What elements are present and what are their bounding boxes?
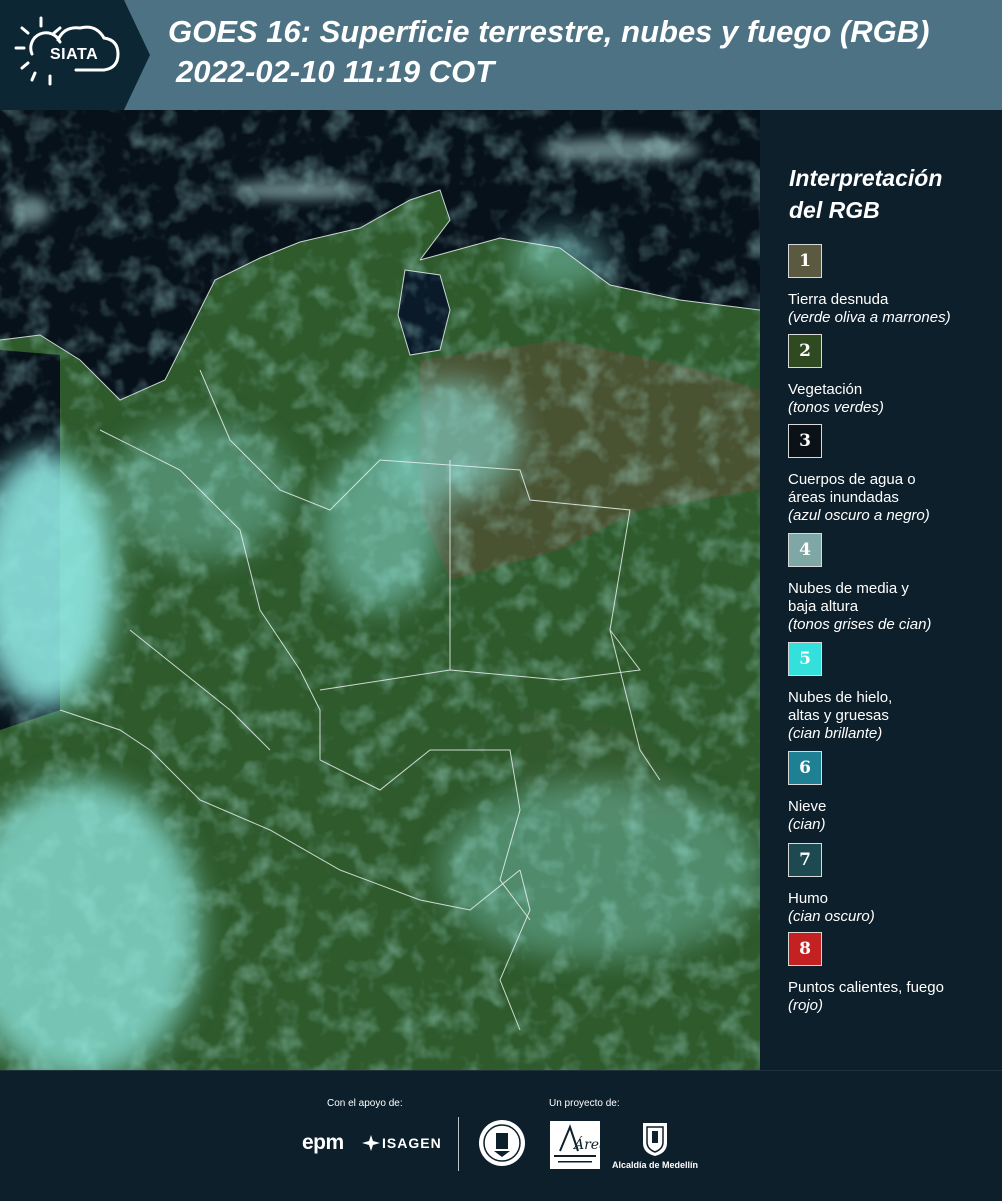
legend-label: Vegetación	[788, 381, 863, 398]
legend-label-line: Nubes de media y	[788, 580, 909, 597]
header-bar: SIATA GOES 16: Superficie terrestre, nub…	[0, 0, 1002, 110]
legend-swatch: 6	[788, 751, 822, 785]
siata-logo-text: SIATA	[50, 46, 99, 63]
medellin-shield-icon	[643, 1123, 667, 1156]
legend-swatch: 4	[788, 533, 822, 567]
satellite-map[interactable]	[0, 110, 760, 1070]
legend-label-line: áreas inundadas	[788, 489, 899, 506]
isagen-logo: ISAGEN	[382, 1135, 442, 1151]
footer-divider	[458, 1117, 459, 1171]
legend-title-line1: Interpretación	[789, 165, 943, 191]
legend-swatch: 7	[788, 843, 822, 877]
rgb-composite-image	[0, 110, 760, 1070]
legend-sub: (cian brillante)	[788, 725, 883, 742]
legend-item: 8 Puntos calientes, fuego (rojo)	[788, 932, 998, 1015]
legend-label-line: Cuerpos de agua o	[788, 471, 916, 488]
area-metropolitana-logo: Área	[550, 1121, 600, 1169]
university-seal-icon	[479, 1120, 525, 1166]
legend-item: 3 Cuerpos de agua o áreas inundadas (azu…	[788, 424, 998, 525]
legend-item: 6 Nieve (cian)	[788, 751, 998, 834]
legend-swatch: 1	[788, 244, 822, 278]
legend-label: Nubes de hielo, altas y gruesas	[788, 689, 998, 725]
timestamp: 2022-02-10 11:19 COT	[176, 54, 495, 89]
isagen-star-icon	[362, 1135, 380, 1151]
epm-logo: epm	[302, 1131, 344, 1154]
legend-sub: (verde oliva a marrones)	[788, 309, 951, 326]
legend-swatch: 2	[788, 334, 822, 368]
legend-sub: (cian oscuro)	[788, 908, 875, 925]
medellin-label: Alcaldía de Medellín	[612, 1160, 699, 1170]
legend-item: 4 Nubes de media y baja altura (tonos gr…	[788, 533, 998, 634]
legend-item: 2 Vegetación (tonos verdes)	[788, 334, 998, 417]
legend-label: Nubes de media y baja altura	[788, 580, 998, 616]
legend-sub: (cian)	[788, 816, 826, 833]
legend-label: Cuerpos de agua o áreas inundadas	[788, 471, 998, 507]
legend-sub: (azul oscuro a negro)	[788, 507, 930, 524]
legend-sub: (tonos grises de cian)	[788, 616, 932, 633]
legend-label: Humo	[788, 890, 829, 907]
legend-swatch: 5	[788, 642, 822, 676]
legend-swatch: 8	[788, 932, 822, 966]
legend-label: Puntos calientes, fuego	[788, 979, 944, 996]
area-metropolitana-icon: Área	[554, 1124, 600, 1163]
legend-sub: (rojo)	[788, 997, 824, 1014]
legend-item: 5 Nubes de hielo, altas y gruesas (cian …	[788, 642, 998, 743]
legend-item: 7 Humo (cian oscuro)	[788, 843, 998, 926]
legend-title-line2: del RGB	[789, 197, 880, 223]
legend-label: Tierra desnuda	[788, 291, 889, 308]
legend-swatch: 3	[788, 424, 822, 458]
footer-bar: Con el apoyo de: Un proyecto de: epm ISA…	[0, 1070, 1002, 1201]
project-label: Un proyecto de:	[549, 1098, 620, 1109]
siata-logo: SIATA	[0, 0, 150, 110]
legend-panel: Interpretación del RGB 1 Tierra desnuda …	[760, 110, 1002, 1070]
legend-label-line: altas y gruesas	[788, 707, 889, 724]
legend-label: Nieve	[788, 798, 827, 815]
legend-item: 1 Tierra desnuda (verde oliva a marrones…	[788, 244, 998, 327]
area-text: Área	[572, 1135, 600, 1153]
legend-label-line: Nubes de hielo,	[788, 689, 893, 706]
legend-title: Interpretación del RGB	[789, 162, 942, 226]
support-label: Con el apoyo de:	[327, 1098, 403, 1109]
legend-label-line: baja altura	[788, 598, 859, 615]
legend-sub: (tonos verdes)	[788, 399, 884, 416]
page-title: GOES 16: Superficie terrestre, nubes y f…	[168, 14, 930, 49]
